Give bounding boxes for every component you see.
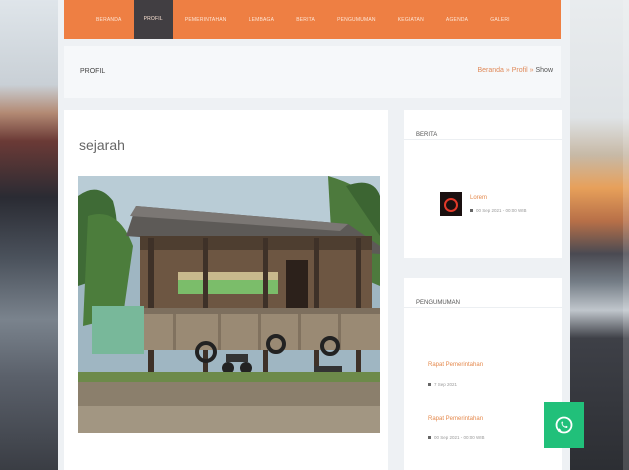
page-scrollbar[interactable] (623, 0, 629, 470)
breadcrumb-profil[interactable]: Profil (512, 67, 528, 74)
announcement-item-title[interactable]: Rapat Pemerintahan (428, 416, 483, 422)
village-house-photo (78, 176, 380, 433)
nav-item-galeri[interactable]: GALERI (490, 17, 510, 23)
nav-item-pengumuman[interactable]: PENGUMUMAN (337, 17, 376, 23)
article-excerpt (78, 460, 378, 466)
news-thumbnail[interactable] (440, 192, 462, 216)
nav-item-pemerintahan[interactable]: PEMERINTAHAN (185, 17, 227, 23)
article-photo (78, 176, 380, 433)
breadcrumb: Beranda » Profil » Show (477, 67, 553, 74)
nav-item-kegiatan[interactable]: KEGIATAN (398, 17, 424, 23)
whatsapp-icon (555, 416, 573, 434)
news-item-title[interactable]: Lorem (470, 195, 487, 201)
top-navigation: BERANDA PROFIL PEMERINTAHAN LEMBAGA BERI… (64, 0, 561, 39)
whatsapp-button[interactable] (544, 402, 584, 448)
nav-item-agenda[interactable]: AGENDA (446, 17, 468, 23)
article-title: sejarah (79, 137, 125, 153)
nav-item-beranda[interactable]: BERANDA (96, 17, 122, 23)
page-container: BERANDA PROFIL PEMERINTAHAN LEMBAGA BERI… (58, 0, 570, 470)
background-scenery-left (0, 0, 64, 470)
news-widget-heading: BERITA (404, 110, 562, 140)
announcement-item-date: 00 Sep 2021 - 00:00 WIB (428, 435, 485, 440)
breadcrumb-current: Show (535, 67, 553, 74)
breadcrumb-separator: » (529, 67, 534, 74)
nav-item-profil[interactable]: PROFIL (133, 0, 173, 39)
announcement-item-title[interactable]: Rapat Pemerintahan (428, 362, 483, 368)
news-item-date: 00 Sep 2021 - 00:00 WIB (470, 208, 527, 213)
announcement-widget-heading: PENGUMUMAN (404, 278, 562, 308)
announcement-widget: PENGUMUMAN (404, 278, 562, 470)
page-header: PROFIL Beranda » Profil » Show (64, 46, 561, 98)
nav-item-berita[interactable]: BERITA (296, 17, 315, 23)
page-title: PROFIL (80, 68, 106, 75)
breadcrumb-separator: » (505, 67, 510, 74)
article-card: sejarah (64, 110, 388, 470)
breadcrumb-home[interactable]: Beranda (477, 67, 503, 74)
nav-item-lembaga[interactable]: LEMBAGA (249, 17, 275, 23)
news-widget: BERITA (404, 110, 562, 258)
announcement-item-date: 7 Sep 2021 (428, 382, 457, 387)
